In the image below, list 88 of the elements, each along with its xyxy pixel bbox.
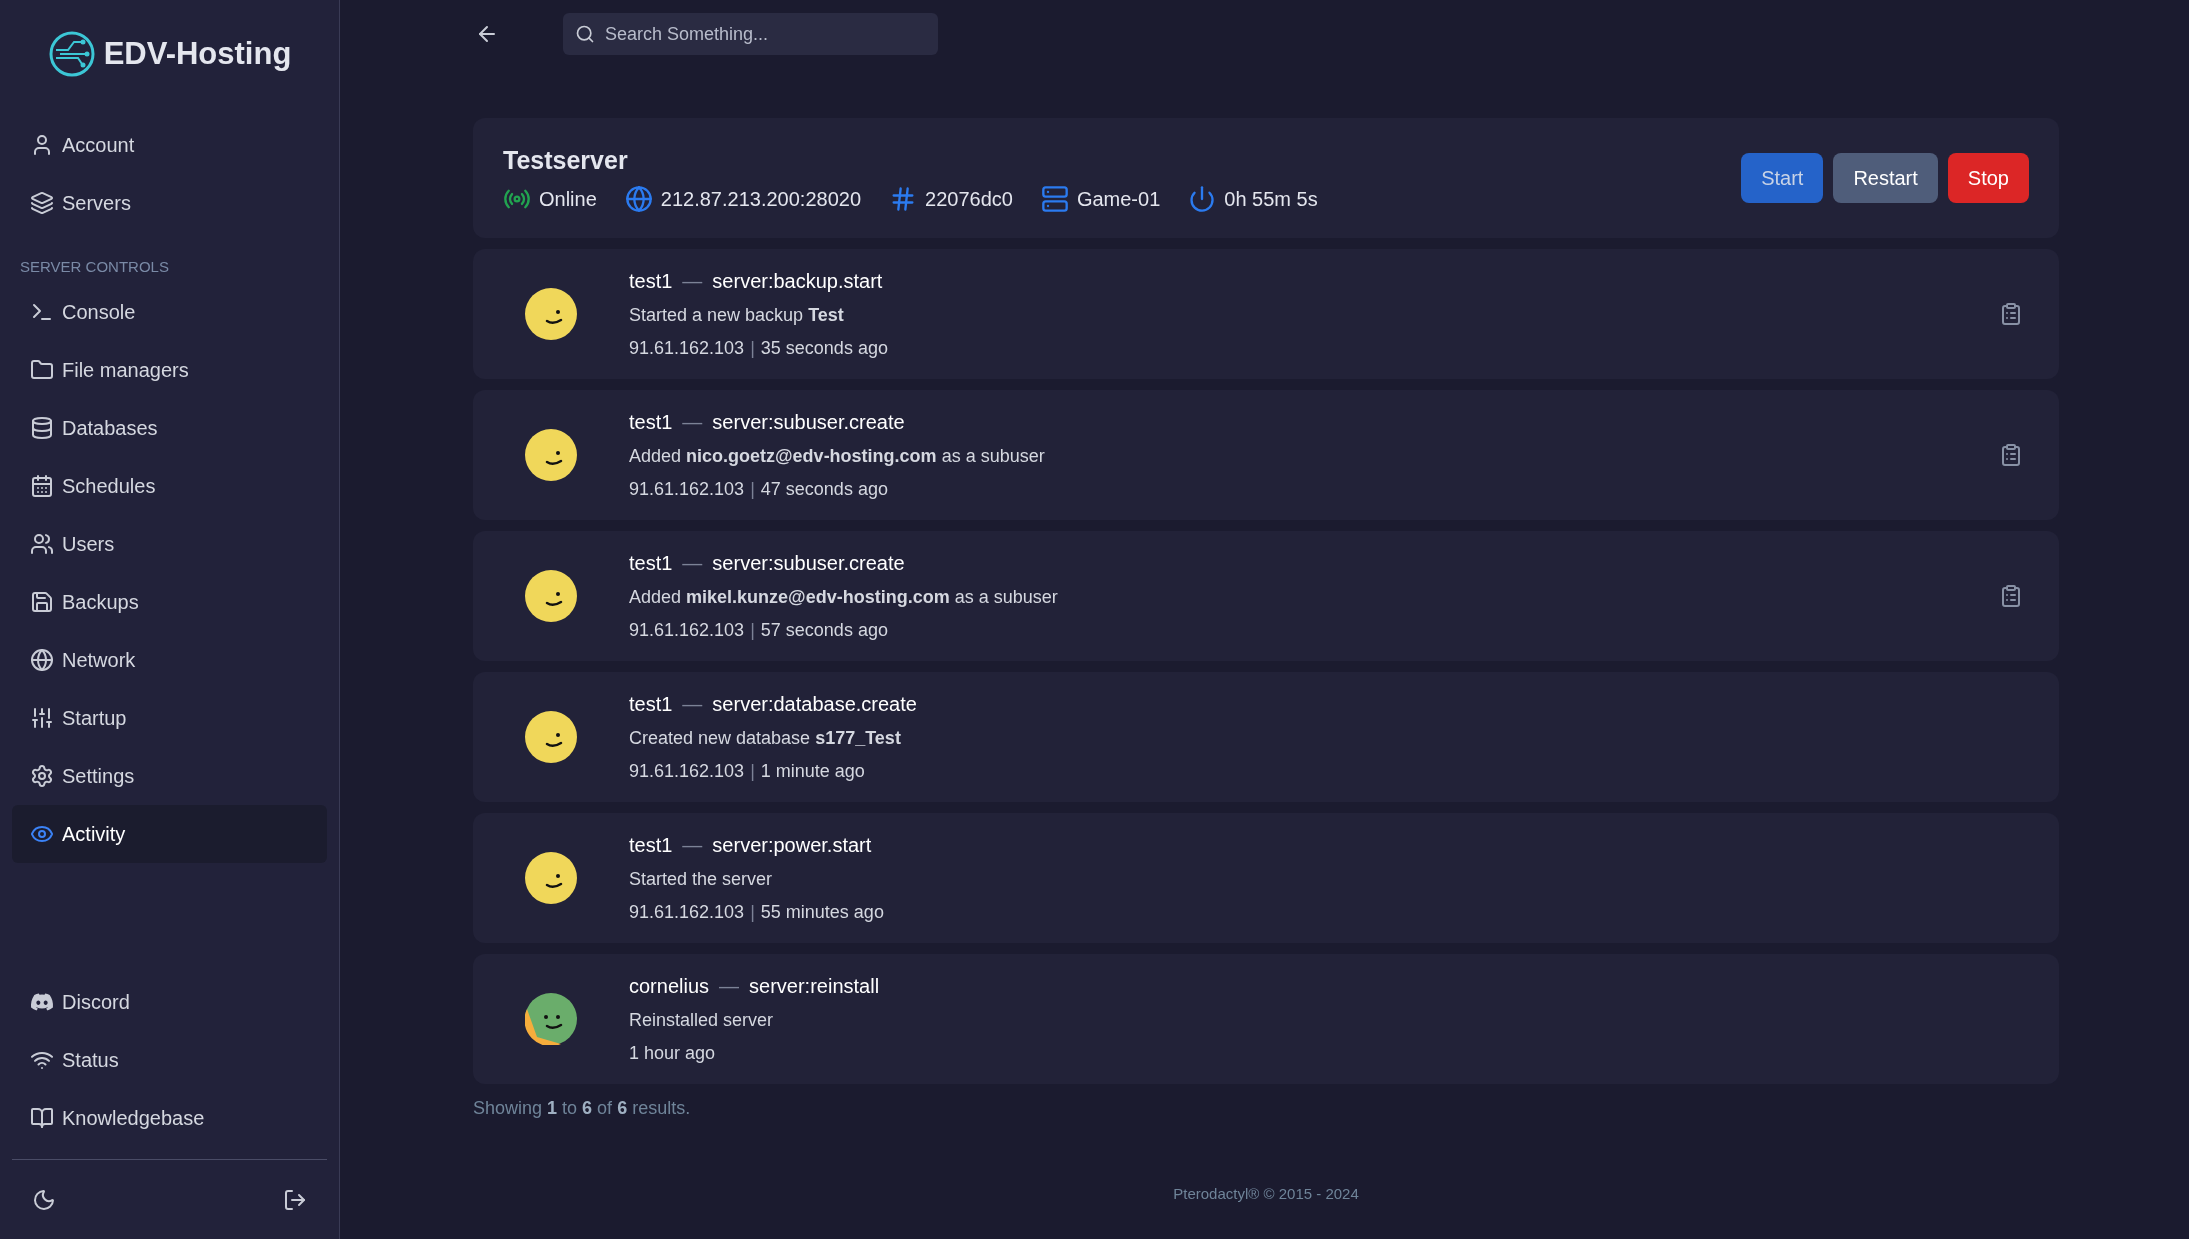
actor-name: test1 — [629, 692, 673, 717]
users-icon — [30, 531, 54, 556]
event-name: server:power.start — [712, 833, 872, 858]
pipe-separator: | — [750, 478, 755, 501]
nav-item[interactable]: Account — [12, 116, 327, 174]
restart-button[interactable]: Restart — [1833, 153, 1938, 203]
server-icon — [1040, 184, 1069, 213]
actor-name: test1 — [629, 410, 673, 435]
nav-item[interactable]: Users — [12, 514, 327, 573]
nav-item[interactable]: Activity — [12, 804, 327, 863]
clipboard-icon[interactable] — [1999, 443, 2023, 467]
nav-item[interactable]: Settings — [12, 746, 327, 805]
database-icon — [30, 415, 54, 440]
event-time: 57 seconds ago — [760, 619, 888, 642]
event-name: server:backup.start — [712, 269, 883, 294]
logout-icon[interactable] — [283, 1187, 307, 1212]
ip-address: 91.61.162.103 — [629, 478, 745, 501]
dash-separator: — — [682, 410, 703, 435]
sliders-icon — [30, 705, 54, 730]
pipe-separator: | — [750, 760, 755, 783]
calendar-icon — [30, 473, 54, 498]
server-name: Testserver — [503, 145, 629, 177]
start-button[interactable]: Start — [1741, 153, 1824, 203]
globe-icon — [624, 184, 653, 213]
event-time: 35 seconds ago — [760, 337, 888, 360]
pagination-text: Showing 1 to 6 of 6 results. — [473, 1097, 692, 1120]
power-icon — [1188, 184, 1217, 213]
section-label: SERVER CONTROLS — [19, 257, 170, 277]
server-stat: Game-01 — [1076, 186, 1161, 212]
brand-name: EDV-Hosting — [103, 34, 292, 73]
nav-item[interactable]: Discord — [12, 973, 327, 1031]
nav-item[interactable]: Servers — [12, 174, 327, 232]
server-stat: 212.87.213.200:28020 — [660, 186, 861, 212]
book-icon — [30, 1106, 54, 1130]
dash-separator: — — [682, 269, 703, 294]
nav-item[interactable]: Schedules — [12, 456, 327, 515]
pipe-separator: | — [750, 337, 755, 360]
event-name: server:subuser.create — [712, 551, 905, 576]
event-time: 1 hour ago — [629, 1042, 716, 1065]
nav-item[interactable]: File managers — [12, 340, 327, 399]
dash-separator: — — [682, 551, 703, 576]
nav-item[interactable]: Knowledgebase — [12, 1089, 327, 1147]
nav-item[interactable]: Backups — [12, 572, 327, 631]
event-time: 55 minutes ago — [760, 901, 884, 924]
event-name: server:subuser.create — [712, 410, 905, 435]
pipe-separator: | — [750, 619, 755, 642]
nav-item[interactable]: Databases — [12, 398, 327, 457]
ip-address: 91.61.162.103 — [629, 619, 745, 642]
actor-name: cornelius — [629, 974, 710, 999]
layers-icon — [30, 191, 54, 215]
dash-separator: — — [682, 692, 703, 717]
ip-address: 91.61.162.103 — [629, 901, 745, 924]
search-field[interactable]: Search Something... — [563, 13, 938, 55]
event-time: 1 minute ago — [760, 760, 865, 783]
event-description: Reinstalled server — [629, 1009, 775, 1032]
event-description: Added nico.goetz@edv-hosting.com as a subuser — [629, 445, 1046, 468]
nav-item[interactable]: Console — [12, 282, 327, 341]
footer-text: Pterodactyl® © 2015 - 2024 — [1173, 1184, 1359, 1204]
actor-name: test1 — [629, 269, 673, 294]
event-time: 47 seconds ago — [760, 478, 888, 501]
server-stat: Online — [539, 186, 597, 212]
event-description: Started a new backup Test — [629, 304, 845, 327]
circuit-logo-icon — [47, 30, 96, 78]
event-name: server:database.create — [712, 692, 917, 717]
moon-icon[interactable] — [32, 1187, 56, 1212]
folder-icon — [30, 357, 54, 382]
clipboard-icon[interactable] — [1999, 584, 2023, 608]
ip-address: 91.61.162.103 — [629, 760, 745, 783]
ip-address: 91.61.162.103 — [629, 337, 745, 360]
server-stat: 0h 55m 5s — [1224, 186, 1318, 212]
stop-button[interactable]: Stop — [1947, 153, 2029, 203]
globe-icon — [30, 647, 54, 672]
actor-name: test1 — [629, 551, 673, 576]
dash-separator: — — [682, 833, 703, 858]
pipe-separator: | — [750, 901, 755, 924]
event-description: Added mikel.kunze@edv-hosting.com as a subuser — [629, 586, 1059, 609]
settings-icon — [30, 763, 54, 788]
clipboard-icon[interactable] — [1999, 302, 2023, 326]
event-description: Started the server — [629, 868, 774, 891]
nav-item[interactable]: Network — [12, 630, 327, 689]
nav-item[interactable]: Startup — [12, 688, 327, 747]
dash-separator: — — [719, 974, 740, 999]
event-name: server:reinstall — [749, 974, 880, 999]
nav-item[interactable]: Status — [12, 1031, 327, 1089]
actor-name: test1 — [629, 833, 673, 858]
server-stat: 22076dc0 — [925, 186, 1013, 212]
search-icon — [575, 24, 595, 44]
event-description: Created new database s177_Test — [629, 727, 902, 750]
